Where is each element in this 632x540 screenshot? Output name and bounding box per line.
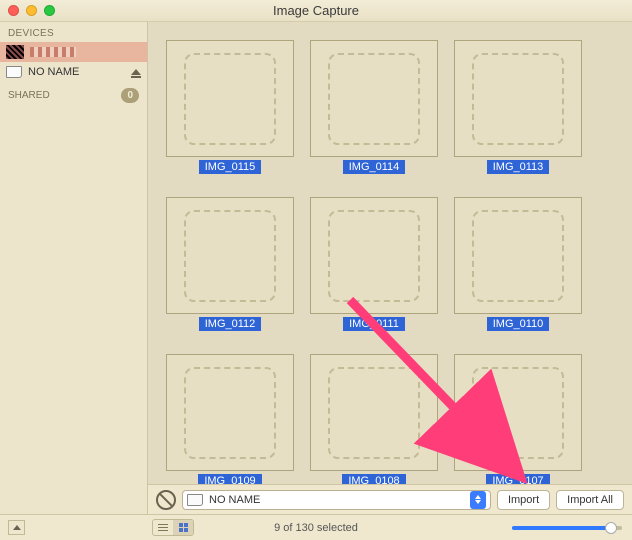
- thumbnail-scroll-area[interactable]: IMG_0115 IMG_0114 IMG_0113 IMG_0112 IMG_…: [148, 22, 632, 484]
- device-name-redacted: [30, 47, 76, 57]
- thumbnail-item[interactable]: IMG_0113: [454, 40, 582, 175]
- thumbnail-label: IMG_0109: [198, 474, 261, 484]
- thumbnail-grid: IMG_0115 IMG_0114 IMG_0113 IMG_0112 IMG_…: [148, 22, 632, 484]
- thumbnail-label: IMG_0107: [486, 474, 549, 484]
- dropdown-stepper-icon: [470, 491, 486, 509]
- minimize-icon[interactable]: [26, 5, 37, 16]
- sidebar: DEVICES NO NAME SHARED 0: [0, 22, 148, 514]
- zoom-icon[interactable]: [44, 5, 55, 16]
- thumbnail-label: IMG_0108: [342, 474, 405, 484]
- selection-status: 9 of 130 selected: [274, 522, 358, 534]
- thumbnail-item[interactable]: IMG_0115: [166, 40, 294, 175]
- grid-view-button[interactable]: [173, 520, 193, 535]
- sidebar-shared-label: SHARED: [8, 90, 50, 101]
- sidebar-item-device-phone[interactable]: [0, 42, 147, 62]
- thumbnail-label: IMG_0112: [199, 317, 262, 331]
- sd-card-icon: [187, 494, 203, 506]
- thumbnail-item[interactable]: IMG_0107: [454, 354, 582, 484]
- import-all-button[interactable]: Import All: [556, 490, 624, 510]
- shared-count-badge: 0: [121, 88, 139, 103]
- sidebar-item-device-sd[interactable]: NO NAME: [0, 62, 147, 82]
- list-view-button[interactable]: [153, 520, 173, 535]
- import-toolbar: NO NAME Import Import All: [148, 484, 632, 514]
- thumbnail-label: IMG_0114: [343, 160, 406, 174]
- thumbnail-label: IMG_0113: [487, 160, 550, 174]
- phone-icon: [6, 45, 24, 59]
- import-button[interactable]: Import: [497, 490, 550, 510]
- grid-icon: [179, 523, 188, 532]
- list-icon: [158, 524, 168, 532]
- thumbnail-label: IMG_0110: [487, 317, 550, 331]
- close-icon[interactable]: [8, 5, 19, 16]
- thumbnail-item[interactable]: IMG_0111: [310, 197, 438, 332]
- window-traffic-lights: [8, 5, 55, 16]
- thumbnail-item[interactable]: IMG_0108: [310, 354, 438, 484]
- window-title: Image Capture: [273, 3, 359, 18]
- view-mode-toggle: [152, 519, 194, 536]
- thumbnail-item[interactable]: IMG_0114: [310, 40, 438, 175]
- slider-knob[interactable]: [605, 522, 617, 534]
- device-name: NO NAME: [28, 66, 125, 78]
- thumbnail-item[interactable]: IMG_0109: [166, 354, 294, 484]
- destination-dropdown[interactable]: NO NAME: [182, 490, 491, 510]
- thumbnail-item[interactable]: IMG_0112: [166, 197, 294, 332]
- eject-icon[interactable]: [131, 69, 141, 75]
- window-titlebar: Image Capture: [0, 0, 632, 22]
- sidebar-section-devices: DEVICES: [0, 22, 147, 42]
- footer-bar: 9 of 130 selected: [0, 514, 632, 540]
- delete-after-import-icon[interactable]: [156, 490, 176, 510]
- thumbnail-label: IMG_0115: [199, 160, 262, 174]
- thumbnail-size-slider[interactable]: [512, 526, 622, 530]
- sidebar-section-shared: SHARED 0: [0, 82, 147, 109]
- thumbnail-label: IMG_0111: [343, 317, 405, 331]
- toggle-sidebar-button[interactable]: [8, 520, 25, 535]
- sd-card-icon: [6, 66, 22, 78]
- destination-name: NO NAME: [209, 494, 464, 506]
- thumbnail-item[interactable]: IMG_0110: [454, 197, 582, 332]
